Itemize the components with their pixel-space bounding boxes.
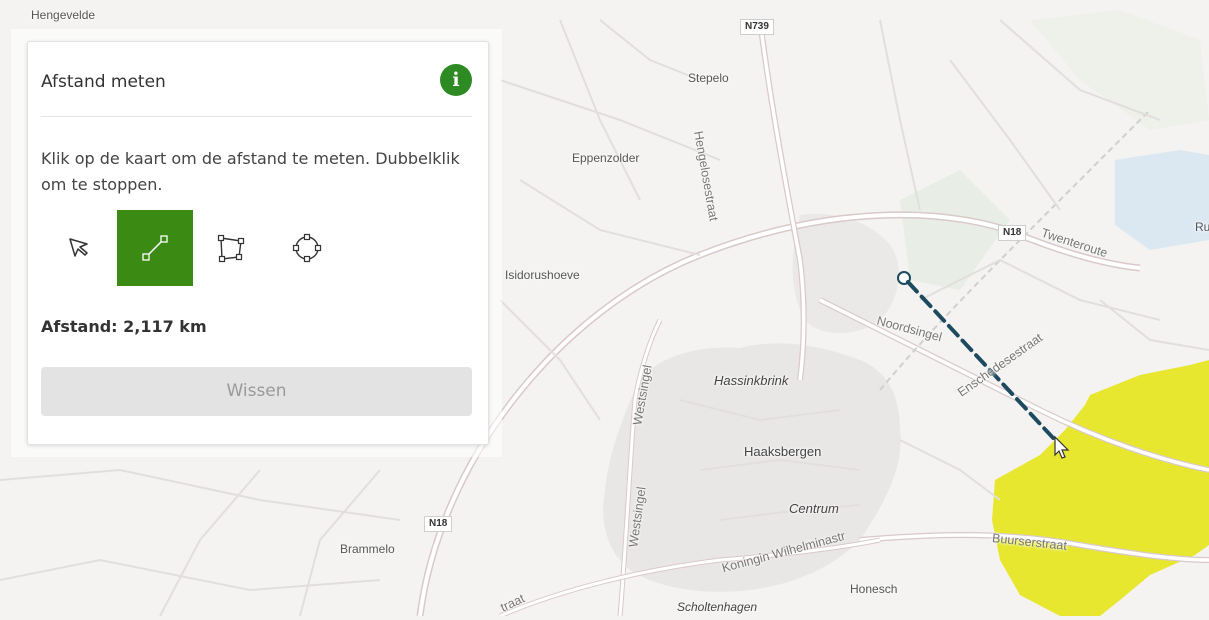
instructions-text: Klik op de kaart om de afstand te meten.… <box>41 149 460 194</box>
measure-polygon-icon <box>217 234 245 263</box>
place-label: Ru <box>1195 220 1209 234</box>
place-label: Honesch <box>850 582 898 596</box>
place-label: Brammelo <box>340 542 395 556</box>
tool-measure-area-button[interactable] <box>193 210 269 286</box>
place-label: Hengevelde <box>31 8 96 22</box>
place-label: Scholtenhagen <box>677 600 758 614</box>
divider <box>41 116 472 117</box>
info-icon[interactable]: i <box>440 64 472 96</box>
place-label: Haaksbergen <box>744 444 822 459</box>
place-label: Hassinkbrink <box>714 373 789 388</box>
measure-line-icon <box>142 235 168 261</box>
place-label: Centrum <box>789 501 839 516</box>
measure-panel: Afstand meten i Klik op de kaart om de a… <box>27 41 489 445</box>
water-body <box>1115 150 1209 250</box>
tool-measure-circle-button[interactable] <box>269 210 345 286</box>
road-shield: N739 <box>740 19 774 35</box>
panel-title: Afstand meten <box>41 72 166 92</box>
place-label: Eppenzolder <box>572 151 640 165</box>
road-shield: N18 <box>424 516 453 532</box>
tool-select-button[interactable] <box>41 210 117 286</box>
road-shield: N18 <box>998 225 1027 241</box>
distance-readout: Afstand: 2,117 km <box>41 317 207 336</box>
select-arrow-icon <box>69 238 88 257</box>
clear-button[interactable]: Wissen <box>41 367 472 416</box>
place-label: Stepelo <box>688 71 729 85</box>
tool-measure-line-button[interactable] <box>117 210 193 286</box>
measure-circle-icon <box>292 233 322 263</box>
place-label: Isidorushoeve <box>505 268 580 282</box>
